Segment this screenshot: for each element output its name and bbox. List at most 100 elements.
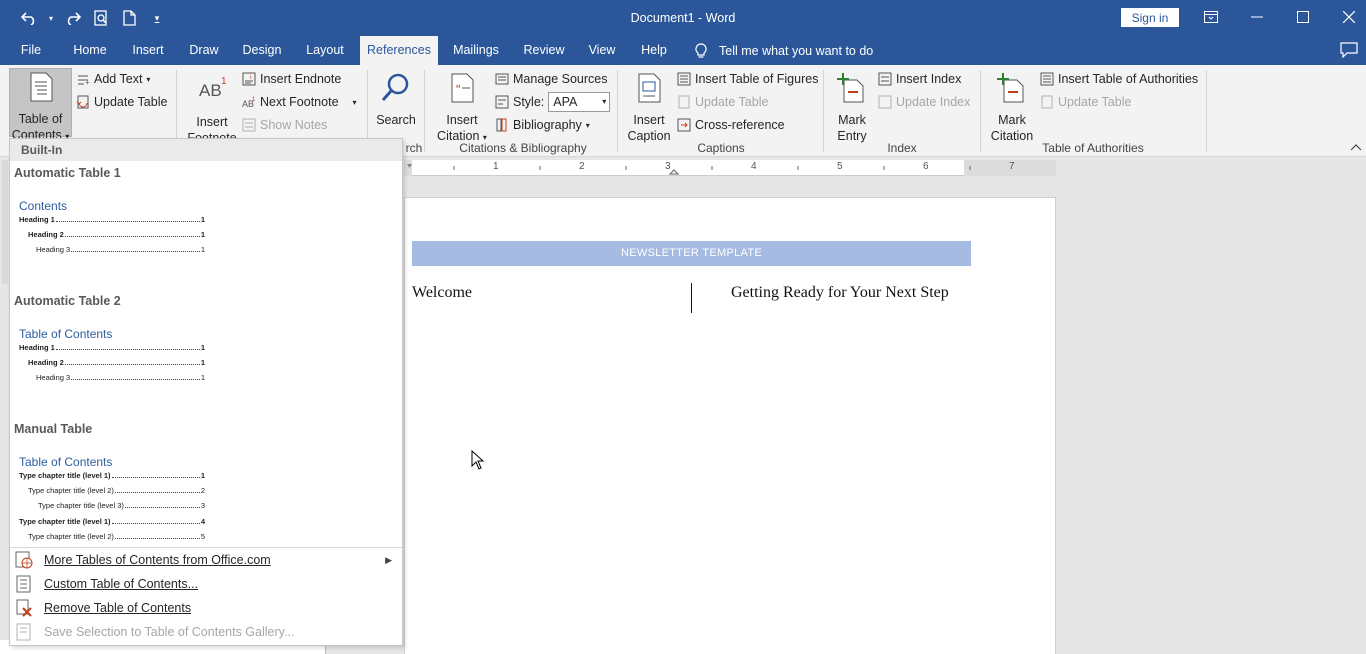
tell-me-search[interactable]: Tell me what you want to do bbox=[695, 36, 873, 65]
submenu-arrow-icon: ▶ bbox=[385, 554, 392, 565]
svg-text:1: 1 bbox=[221, 76, 227, 87]
column-divider bbox=[691, 283, 692, 313]
search-button[interactable]: Search bbox=[372, 72, 420, 128]
custom-table-of-contents-item[interactable]: Custom Table of Contents... bbox=[10, 572, 402, 596]
tab-file[interactable]: File bbox=[10, 36, 52, 65]
customize-icon[interactable]: ▾̲ bbox=[146, 8, 168, 28]
search-icon bbox=[381, 73, 409, 101]
toc-preview-line: Heading 11 bbox=[19, 343, 205, 352]
update-table-authorities-button[interactable]: Update Table bbox=[1040, 92, 1131, 112]
tab-draw[interactable]: Draw bbox=[180, 36, 228, 65]
lightbulb-icon bbox=[695, 42, 707, 58]
tab-review[interactable]: Review bbox=[516, 36, 572, 65]
insert-index-button[interactable]: Insert Index bbox=[878, 69, 961, 89]
svg-text:1: 1 bbox=[252, 97, 256, 103]
undo-dropdown-icon[interactable]: ▾ bbox=[46, 8, 56, 28]
add-text-button[interactable]: + Add Text ▾ bbox=[76, 69, 150, 89]
style-icon bbox=[495, 95, 509, 109]
table-of-figures-icon bbox=[677, 72, 691, 86]
toc-preview-line: Type chapter title (level 1) 4 bbox=[19, 517, 205, 526]
tab-view[interactable]: View bbox=[580, 36, 624, 65]
maximize-icon[interactable] bbox=[1280, 0, 1326, 34]
insert-caption-icon bbox=[638, 73, 661, 103]
cross-reference-icon bbox=[677, 118, 691, 132]
manual-table-option[interactable]: Manual Table Table of Contents Type chap… bbox=[10, 417, 402, 547]
ruler-number: 2 bbox=[579, 161, 585, 172]
tab-insert[interactable]: Insert bbox=[122, 36, 174, 65]
mark-citation-icon bbox=[997, 73, 1024, 103]
insert-citation-button[interactable]: “ Insert Citation ▾ bbox=[432, 72, 492, 146]
insert-caption-button[interactable]: Insert Caption bbox=[622, 72, 676, 144]
automatic-table-1-option[interactable]: Automatic Table 1 Contents Heading 11 He… bbox=[10, 161, 402, 289]
citation-style-control: Style: APA ▾ bbox=[495, 92, 611, 112]
print-preview-icon[interactable] bbox=[90, 8, 112, 28]
group-separator bbox=[617, 70, 618, 152]
ruler-number: 1 bbox=[493, 161, 499, 172]
update-table-icon bbox=[76, 95, 89, 109]
svg-text:+: + bbox=[85, 78, 90, 86]
footnote-icon: AB 1 bbox=[199, 76, 227, 100]
ruler-number: 7 bbox=[1009, 161, 1015, 172]
insert-footnote-button[interactable]: AB1 Insert Footnote bbox=[184, 74, 240, 146]
insert-endnote-button[interactable]: i Insert Endnote bbox=[242, 69, 341, 89]
manage-sources-button[interactable]: Manage Sources bbox=[495, 69, 608, 89]
show-notes-button[interactable]: Show Notes bbox=[242, 115, 327, 135]
more-tables-of-contents-item[interactable]: More Tables of Contents from Office.com … bbox=[10, 548, 402, 572]
ruler-number: 4 bbox=[751, 161, 757, 172]
mark-entry-button[interactable]: Mark Entry bbox=[830, 72, 874, 144]
tab-help[interactable]: Help bbox=[632, 36, 676, 65]
cross-reference-button[interactable]: Cross-reference bbox=[677, 115, 785, 135]
toc-preview-line: Type chapter title (level 2) 5 bbox=[28, 532, 205, 541]
next-footnote-button[interactable]: AB 1 Next Footnote ▾ bbox=[242, 92, 357, 112]
tab-design[interactable]: Design bbox=[234, 36, 290, 65]
redo-icon[interactable] bbox=[62, 8, 84, 28]
close-icon[interactable] bbox=[1326, 0, 1366, 34]
endnote-icon: i bbox=[242, 72, 256, 86]
save-selection-to-gallery-item[interactable]: Save Selection to Table of Contents Gall… bbox=[10, 620, 402, 644]
toc-preview-line: Heading 21 bbox=[28, 358, 205, 367]
insert-index-icon bbox=[878, 72, 892, 86]
ribbon-tabs: File Home Insert Draw Design Layout Refe… bbox=[0, 36, 1366, 65]
insert-citation-icon: “ bbox=[451, 73, 474, 103]
toc-preview-line: Heading 21 bbox=[28, 230, 205, 239]
toc-preview-line: Type chapter title (level 3) 3 bbox=[38, 501, 205, 510]
undo-icon[interactable] bbox=[18, 8, 40, 28]
remove-table-of-contents-item[interactable]: Remove Table of Contents bbox=[10, 596, 402, 620]
update-table-button[interactable]: Update Table bbox=[76, 92, 167, 112]
tab-home[interactable]: Home bbox=[62, 36, 118, 65]
update-table-icon bbox=[678, 95, 690, 109]
tab-references[interactable]: References bbox=[360, 36, 438, 65]
svg-text:AB: AB bbox=[199, 81, 222, 100]
citation-style-select[interactable]: APA ▾ bbox=[548, 92, 611, 112]
toc-preview-line: Heading 31 bbox=[36, 245, 205, 254]
index-group-label: Index bbox=[887, 141, 917, 155]
svg-text:i: i bbox=[250, 75, 251, 81]
insert-table-of-authorities-button[interactable]: Insert Table of Authorities bbox=[1040, 69, 1198, 89]
automatic-table-2-option[interactable]: Automatic Table 2 Table of Contents Head… bbox=[10, 289, 402, 417]
toc-preview-line: Heading 11 bbox=[19, 215, 205, 224]
new-document-icon[interactable] bbox=[118, 8, 140, 28]
update-index-button[interactable]: Update Index bbox=[878, 92, 970, 112]
collapse-ribbon-icon[interactable] bbox=[1350, 142, 1362, 154]
sign-in-button[interactable]: Sign in bbox=[1121, 8, 1179, 27]
horizontal-ruler[interactable]: 1 2 3 4 5 6 7 bbox=[404, 160, 1056, 176]
update-table-icon bbox=[1041, 95, 1053, 109]
chevron-down-icon: ▾ bbox=[602, 97, 607, 106]
gallery-section-header: Built-In bbox=[10, 139, 402, 161]
svg-text:“: “ bbox=[456, 81, 461, 97]
comments-icon[interactable] bbox=[1340, 42, 1358, 59]
ruler-number: 3 bbox=[665, 161, 671, 172]
document-page[interactable]: NEWSLETTER TEMPLATE Welcome Getting Read… bbox=[404, 197, 1056, 654]
minimize-icon[interactable] bbox=[1234, 0, 1280, 34]
ribbon-display-options-icon[interactable] bbox=[1188, 0, 1234, 34]
insert-table-of-figures-button[interactable]: Insert Table of Figures bbox=[677, 69, 818, 89]
save-to-gallery-icon bbox=[16, 623, 31, 641]
tab-layout[interactable]: Layout bbox=[296, 36, 354, 65]
tab-mailings[interactable]: Mailings bbox=[444, 36, 508, 65]
bibliography-button[interactable]: Bibliography ▾ bbox=[495, 115, 590, 135]
add-text-icon: + bbox=[78, 75, 90, 86]
update-table-figures-button[interactable]: Update Table bbox=[677, 92, 768, 112]
group-separator bbox=[424, 70, 425, 152]
toc-preview-line: Heading 31 bbox=[36, 373, 205, 382]
mark-citation-button[interactable]: Mark Citation bbox=[986, 72, 1038, 144]
